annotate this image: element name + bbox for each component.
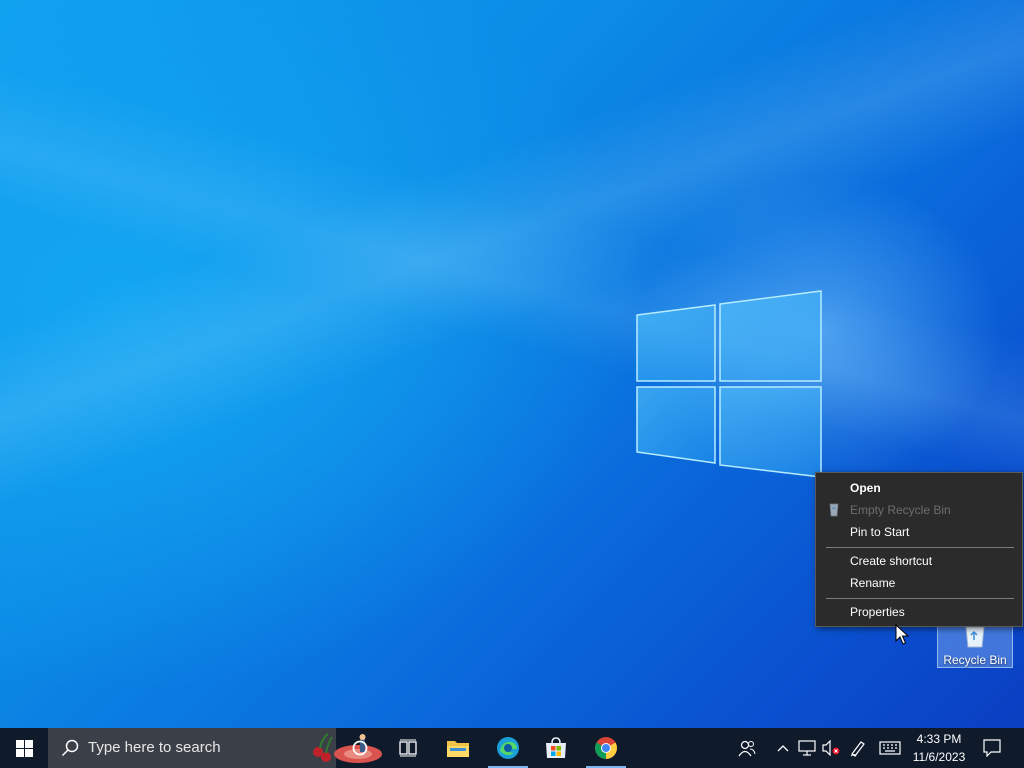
notifications-icon xyxy=(983,739,1001,757)
windows-start-icon xyxy=(15,739,33,757)
clock-date[interactable]: 11/6/2023 xyxy=(906,750,972,764)
menu-separator xyxy=(826,598,1014,599)
people-button[interactable] xyxy=(734,728,760,768)
recycle-bin-icon xyxy=(829,503,839,517)
volume-button[interactable] xyxy=(820,728,842,768)
search-placeholder: Type here to search xyxy=(88,739,221,756)
menu-item-label: Create shortcut xyxy=(850,554,933,568)
taskbar-search-box[interactable]: Type here to search xyxy=(48,728,382,768)
chevron-up-icon xyxy=(777,745,789,752)
menu-item-label: Open xyxy=(850,481,881,495)
recycle-bin-desktop-icon[interactable]: Recycle Bin xyxy=(937,626,1013,668)
task-view-icon xyxy=(399,739,417,757)
menu-item-label: Properties xyxy=(850,605,905,619)
menu-item-empty-recycle-bin: Empty Recycle Bin xyxy=(817,499,1021,521)
search-icon xyxy=(61,739,79,757)
microsoft-store-button[interactable] xyxy=(536,728,576,768)
cortana-icon xyxy=(352,740,368,756)
start-button[interactable] xyxy=(0,728,48,768)
menu-item-rename[interactable]: Rename xyxy=(817,572,1021,594)
show-hidden-icons-button[interactable] xyxy=(773,728,793,768)
menu-item-label: Rename xyxy=(850,576,896,590)
edge-icon xyxy=(497,737,519,759)
menu-item-label: Empty Recycle Bin xyxy=(850,503,951,517)
chrome-button[interactable] xyxy=(586,728,626,768)
menu-item-create-shortcut[interactable]: Create shortcut xyxy=(817,550,1021,572)
task-view-button[interactable] xyxy=(388,728,428,768)
volume-muted-icon xyxy=(822,740,840,756)
file-explorer-icon xyxy=(447,741,469,757)
recycle-bin-label: Recycle Bin xyxy=(943,653,1007,667)
network-icon xyxy=(798,740,816,756)
menu-item-pin-to-start[interactable]: Pin to Start xyxy=(817,521,1021,543)
edge-button[interactable] xyxy=(488,728,528,768)
context-menu: Open Empty Recycle Bin Pin to Start Crea… xyxy=(815,472,1023,627)
pen-icon xyxy=(850,741,865,757)
pen-workspace-button[interactable] xyxy=(846,728,870,768)
clock-time[interactable]: 4:33 PM xyxy=(906,732,972,746)
keyboard-icon xyxy=(879,741,901,755)
recycle-bin-icon xyxy=(965,627,985,648)
microsoft-store-icon xyxy=(546,737,566,758)
menu-item-open[interactable]: Open xyxy=(817,477,1021,499)
menu-item-properties[interactable]: Properties xyxy=(817,601,1021,623)
taskbar: Type here to search 4:33 PM 11/6/2023 xyxy=(0,728,1024,768)
menu-separator xyxy=(826,547,1014,548)
touch-keyboard-button[interactable] xyxy=(876,728,904,768)
cortana-button[interactable] xyxy=(340,728,380,768)
network-button[interactable] xyxy=(796,728,818,768)
mouse-cursor-icon xyxy=(895,624,909,645)
people-icon xyxy=(738,740,756,757)
chrome-icon xyxy=(595,737,617,759)
menu-item-label: Pin to Start xyxy=(850,525,910,539)
action-center-button[interactable] xyxy=(978,728,1006,768)
file-explorer-button[interactable] xyxy=(438,728,478,768)
